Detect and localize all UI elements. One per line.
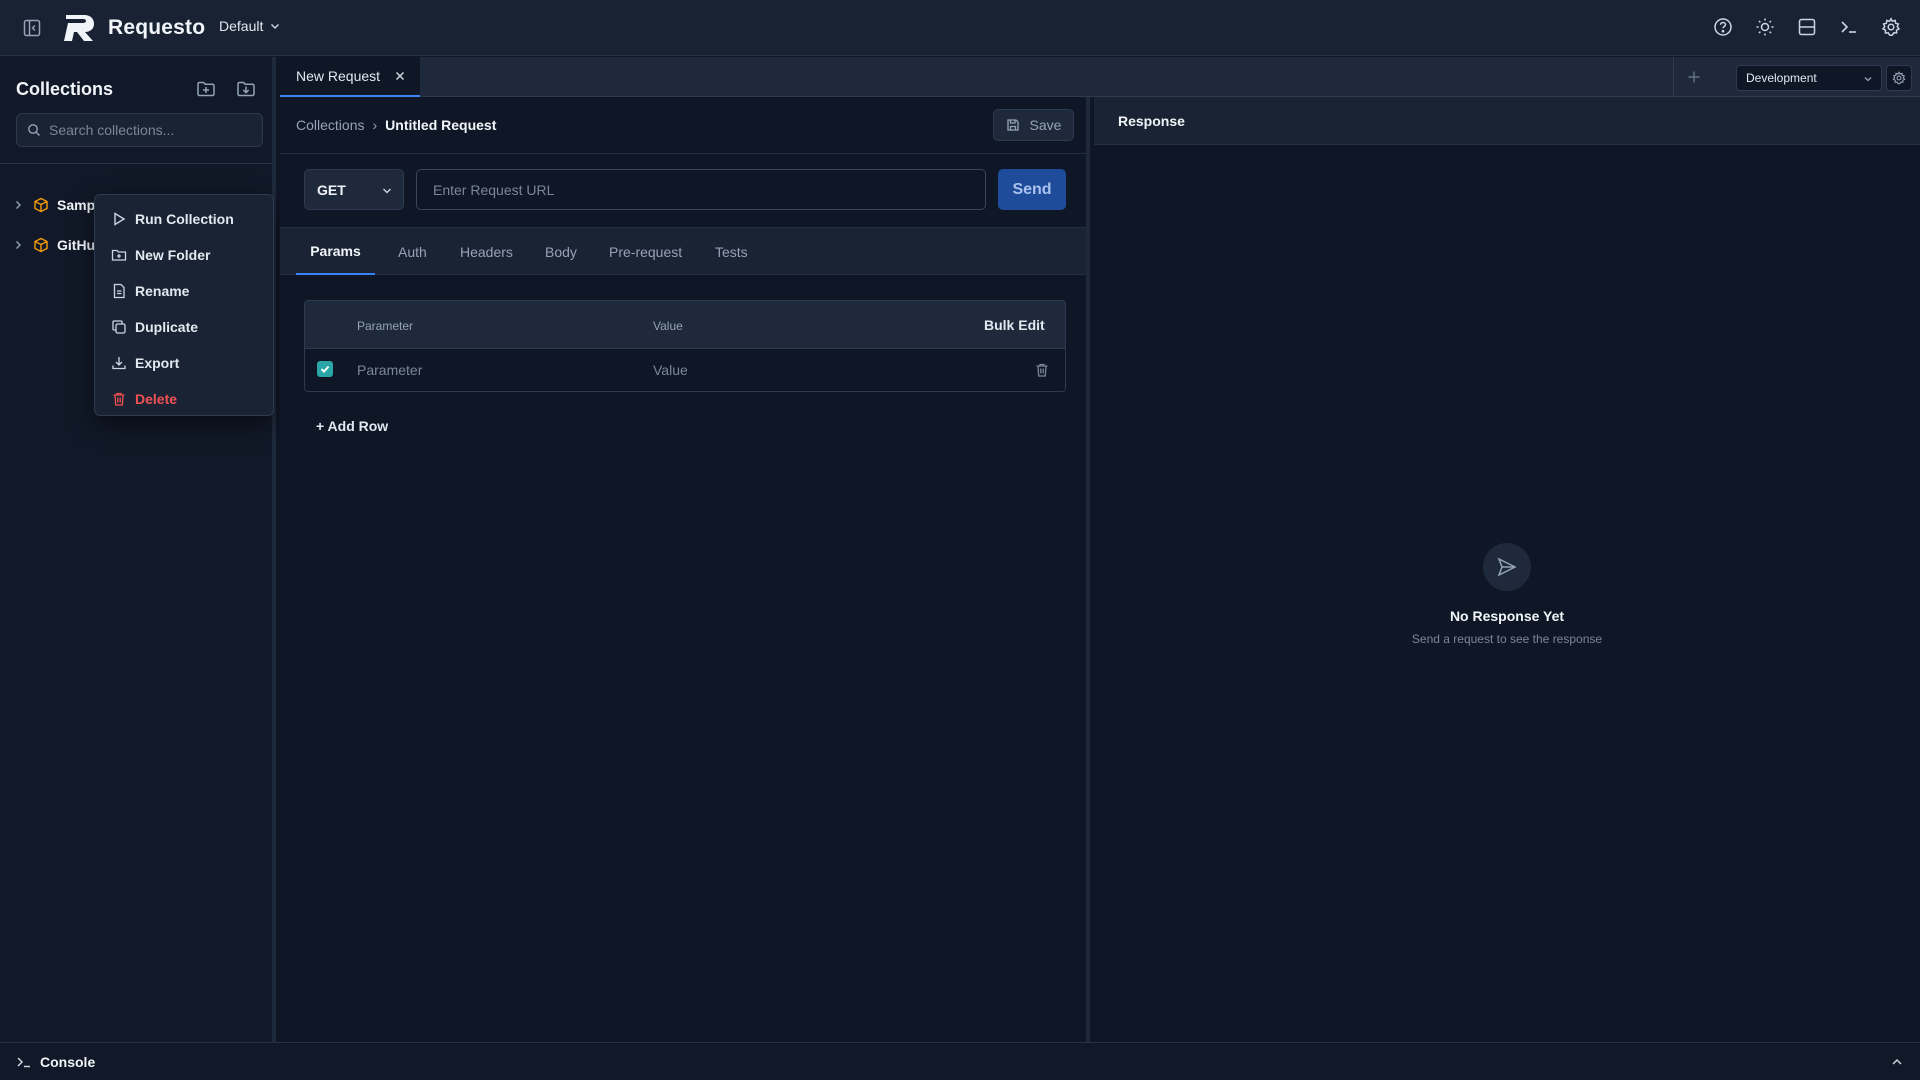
save-button[interactable]: Save (993, 109, 1074, 141)
empty-state-title: No Response Yet (1449, 608, 1565, 624)
save-icon (1006, 118, 1020, 132)
parameter-value-field[interactable]: Value (653, 362, 688, 378)
menu-item-export[interactable]: Export (95, 345, 273, 381)
chevron-down-icon (381, 185, 393, 197)
environment-label: Development (1746, 71, 1817, 85)
help-icon[interactable] (1712, 16, 1734, 38)
play-icon (111, 211, 127, 227)
menu-item-run-collection[interactable]: Run Collection (95, 201, 273, 237)
menu-item-label: Rename (135, 283, 190, 299)
new-collection-icon[interactable] (196, 79, 216, 99)
console-bar[interactable]: Console (0, 1042, 1920, 1080)
response-title: Response (1118, 113, 1185, 129)
table-row: Parameter Value (305, 349, 1065, 391)
menu-item-rename[interactable]: Rename (95, 273, 273, 309)
terminal-icon (16, 1054, 32, 1070)
chevron-down-icon (1863, 74, 1873, 84)
sidebar-divider (0, 163, 272, 164)
plus-icon (1687, 70, 1701, 84)
menu-item-label: Delete (135, 391, 178, 407)
sidebar-toggle-icon[interactable] (22, 18, 42, 38)
send-button[interactable]: Send (998, 169, 1066, 210)
terminal-icon[interactable] (1838, 16, 1860, 38)
sidebar-title: Collections (16, 79, 114, 99)
add-row-button[interactable]: + Add Row (316, 418, 388, 434)
tab-new-request[interactable]: New Request (280, 57, 420, 97)
search-icon (27, 123, 41, 137)
breadcrumb: Collections › Untitled Request (296, 117, 496, 133)
package-icon (33, 237, 49, 253)
save-label: Save (1029, 117, 1062, 133)
method-select[interactable]: GET (304, 169, 404, 210)
chevron-down-icon (269, 20, 281, 32)
tab-body[interactable]: Body (545, 228, 577, 275)
trash-icon (111, 391, 127, 407)
chevron-up-icon[interactable] (1890, 1055, 1904, 1069)
tab-tests[interactable]: Tests (715, 228, 748, 275)
method-label: GET (317, 181, 346, 198)
response-header: Response (1094, 97, 1920, 145)
menu-item-label: Run Collection (135, 211, 234, 227)
workspace-label: Default (219, 18, 264, 34)
file-edit-icon (111, 283, 127, 299)
breadcrumb-collections[interactable]: Collections (296, 117, 364, 133)
package-icon (33, 197, 49, 213)
collection-context-menu: Run Collection New Folder Rename Duplica… (94, 194, 274, 416)
console-label: Console (40, 1054, 96, 1070)
copy-icon (111, 319, 127, 335)
top-bar: Requesto Default (0, 0, 1920, 56)
import-icon[interactable] (236, 79, 256, 99)
sidebar-actions (196, 79, 256, 99)
tab-params[interactable]: Params (296, 228, 375, 275)
menu-item-duplicate[interactable]: Duplicate (95, 309, 273, 345)
url-input[interactable] (416, 169, 986, 210)
tab-pre-request[interactable]: Pre-request (609, 228, 682, 275)
gear-icon (1892, 71, 1906, 85)
empty-state-subtitle: Send a request to see the response (1411, 632, 1603, 646)
environment-select[interactable]: Development (1736, 65, 1882, 91)
tab-label: New Request (296, 68, 381, 84)
search-collections[interactable] (16, 113, 263, 147)
menu-item-label: Export (135, 355, 180, 371)
layout-icon[interactable] (1796, 16, 1818, 38)
parameter-key-field[interactable]: Parameter (357, 362, 422, 378)
request-subtabs: Params Auth Headers Body Pre-request Tes… (280, 227, 1086, 275)
column-header-parameter: Parameter (357, 319, 414, 333)
bulk-edit-button[interactable]: Bulk Edit (984, 317, 1045, 333)
divider (280, 153, 1086, 154)
top-toolbar (1712, 16, 1902, 38)
close-icon[interactable] (394, 70, 406, 82)
menu-item-new-folder[interactable]: New Folder (95, 237, 273, 273)
row-enabled-checkbox[interactable] (317, 361, 333, 377)
request-pane: Collections › Untitled Request Save GET … (280, 97, 1090, 1042)
menu-item-delete[interactable]: Delete (95, 381, 273, 417)
breadcrumb-current: Untitled Request (385, 117, 497, 133)
trash-icon[interactable] (1034, 362, 1050, 378)
chevron-right-icon[interactable] (12, 199, 24, 211)
tab-headers[interactable]: Headers (460, 228, 513, 275)
new-tab-button[interactable] (1673, 57, 1713, 97)
menu-item-label: New Folder (135, 247, 211, 263)
params-table-header: Parameter Value Bulk Edit (305, 301, 1065, 349)
workspace-selector[interactable]: Default (219, 18, 281, 34)
tab-auth[interactable]: Auth (398, 228, 427, 275)
sun-icon[interactable] (1754, 16, 1776, 38)
request-tab-strip: New Request Development (280, 57, 1920, 97)
send-icon (1483, 543, 1531, 591)
download-icon (111, 355, 127, 371)
chevron-right-icon[interactable] (12, 239, 24, 251)
search-input[interactable] (49, 122, 249, 138)
breadcrumb-separator: › (372, 117, 378, 133)
app-logo (62, 13, 96, 43)
settings-gear-icon[interactable] (1880, 16, 1902, 38)
column-header-value: Value (653, 319, 683, 333)
folder-plus-icon (111, 247, 127, 263)
app-title: Requesto (108, 16, 206, 39)
params-table: Parameter Value Bulk Edit Parameter Valu… (304, 300, 1066, 392)
environment-settings-button[interactable] (1886, 65, 1912, 91)
response-pane: Response No Response Yet Send a request … (1094, 97, 1920, 1042)
menu-item-label: Duplicate (135, 319, 199, 335)
